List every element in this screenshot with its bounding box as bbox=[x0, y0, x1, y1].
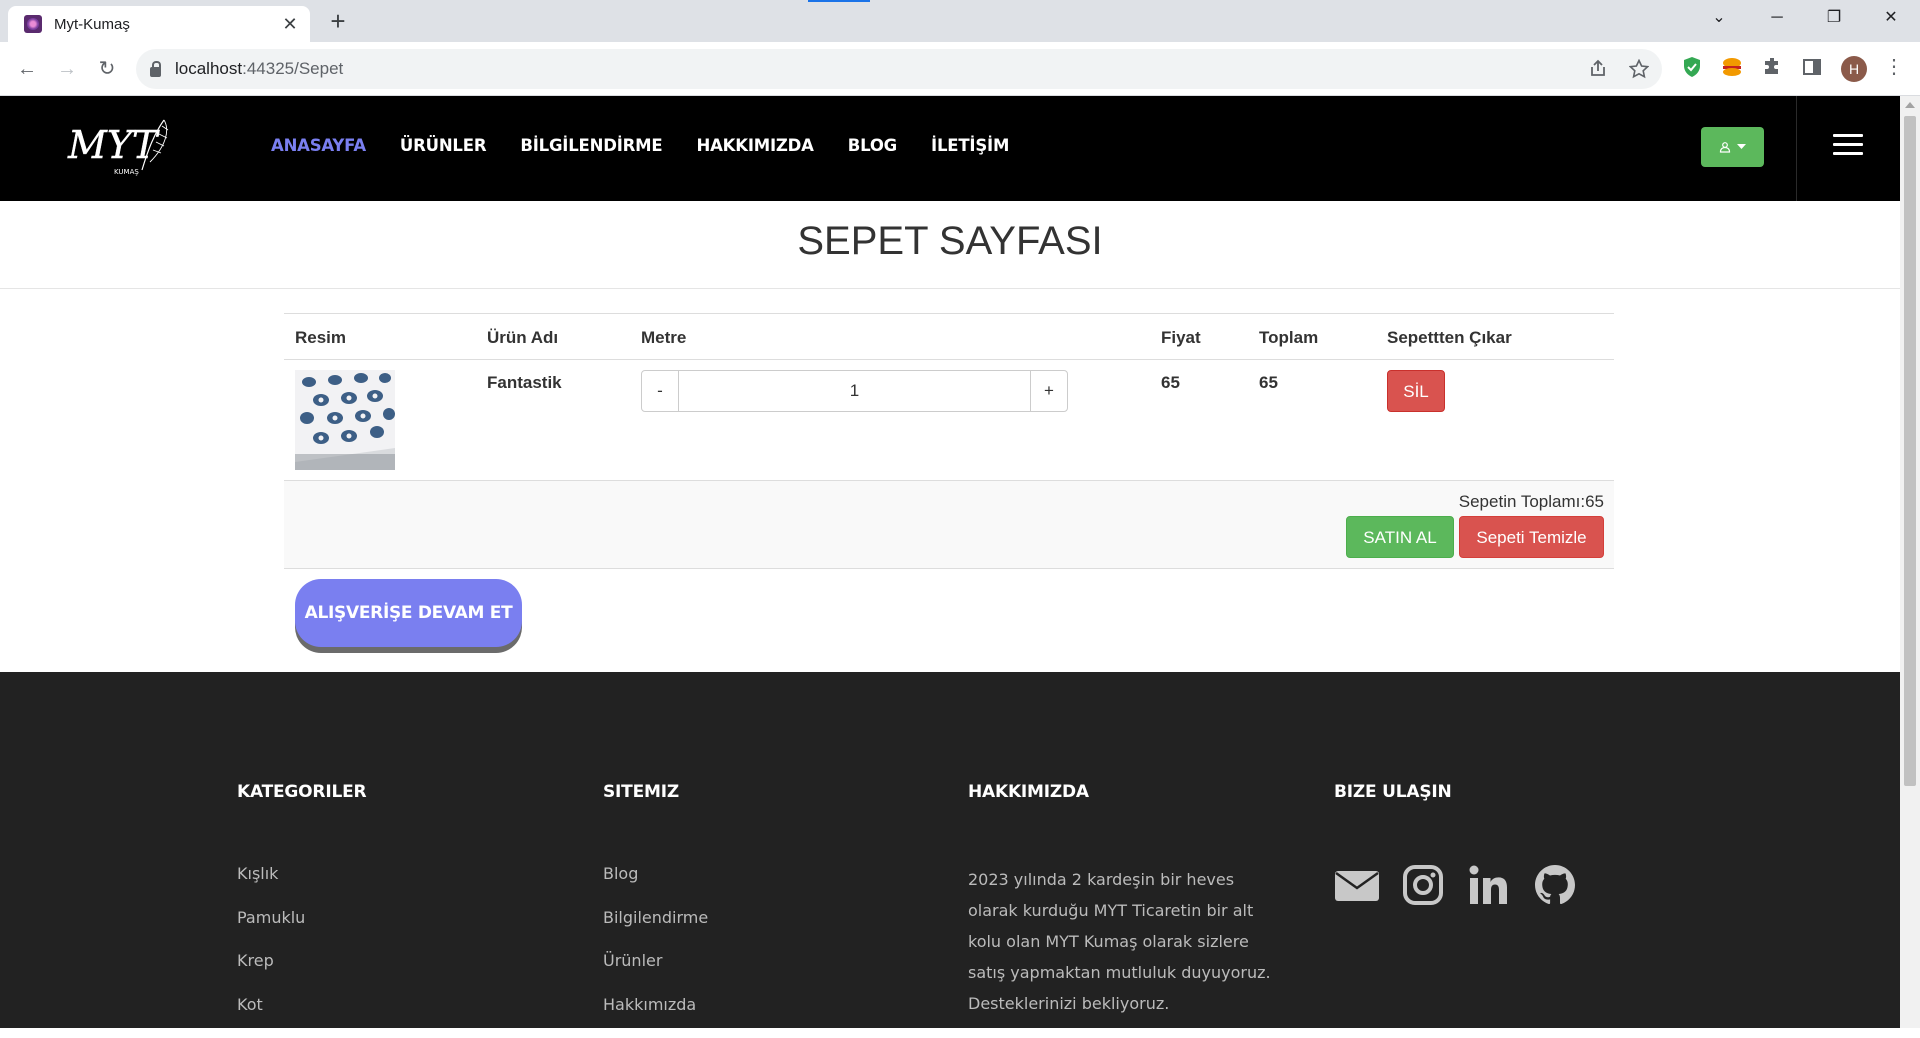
user-icon bbox=[1719, 141, 1731, 153]
back-icon[interactable]: ← bbox=[12, 54, 42, 84]
close-window-button[interactable]: ✕ bbox=[1863, 0, 1919, 36]
footer-contact-title: BIZE ULAŞIN bbox=[1334, 782, 1452, 802]
page-title-section: SEPET SAYFASI bbox=[0, 201, 1900, 289]
lock-icon bbox=[150, 67, 161, 77]
favicon-icon bbox=[24, 15, 42, 33]
restore-button[interactable]: ❐ bbox=[1806, 0, 1862, 36]
scroll-up-arrow-icon[interactable] bbox=[1905, 102, 1915, 108]
user-dropdown-button[interactable] bbox=[1701, 127, 1764, 167]
footer-about-title: HAKKIMIZDA bbox=[968, 782, 1089, 802]
github-icon[interactable] bbox=[1532, 862, 1578, 908]
cart-table-footer: Sepetin Toplamı:65 SATIN AL Sepeti Temiz… bbox=[284, 481, 1614, 569]
site-header: MYT KUMAŞ ANASAYFA ÜRÜNLER BİLGİLENDİRME… bbox=[0, 96, 1900, 201]
url-path: :44325/Sepet bbox=[242, 59, 343, 79]
bookmark-star-icon[interactable] bbox=[1629, 59, 1649, 79]
footer-link-hakkimizda[interactable]: Hakkımızda bbox=[603, 995, 903, 1038]
address-bar[interactable]: localhost:44325/Sepet bbox=[136, 49, 1662, 89]
page-title: SEPET SAYFASI bbox=[0, 219, 1900, 264]
footer-link-urunler[interactable]: Ürünler bbox=[603, 951, 903, 995]
footer-categories: KATEGORILER Kışlık Pamuklu Krep Kot bbox=[237, 782, 366, 802]
burger-extension-icon[interactable] bbox=[1720, 55, 1744, 79]
product-price: 65 bbox=[1161, 373, 1180, 393]
remove-item-button[interactable]: SİL bbox=[1387, 370, 1445, 412]
envelope-icon[interactable] bbox=[1334, 862, 1380, 908]
forward-icon[interactable]: → bbox=[52, 54, 82, 84]
profile-avatar[interactable]: H bbox=[1841, 56, 1867, 82]
nav-anasayfa[interactable]: ANASAYFA bbox=[271, 136, 366, 155]
clear-cart-button[interactable]: Sepeti Temizle bbox=[1459, 516, 1604, 558]
nav-bilgilendirme[interactable]: BİLGİLENDİRME bbox=[520, 136, 662, 155]
url-host: localhost bbox=[175, 59, 242, 79]
footer-link-kislik[interactable]: Kışlık bbox=[237, 864, 537, 908]
header-divider bbox=[1796, 96, 1797, 201]
hamburger-menu-icon[interactable] bbox=[1833, 134, 1863, 158]
product-image[interactable] bbox=[295, 370, 395, 470]
linkedin-icon[interactable] bbox=[1466, 862, 1512, 908]
tab-search-icon[interactable]: ⌄ bbox=[1691, 0, 1747, 36]
new-tab-button[interactable]: + bbox=[324, 8, 352, 36]
product-name: Fantastik bbox=[487, 373, 562, 393]
col-resim: Resim bbox=[295, 328, 346, 348]
nav-hakkimizda[interactable]: HAKKIMIZDA bbox=[696, 136, 813, 155]
scrollbar-thumb[interactable] bbox=[1904, 116, 1916, 786]
instagram-icon[interactable] bbox=[1400, 862, 1446, 908]
tab-strip-indicator bbox=[808, 0, 870, 2]
footer-link-pamuklu[interactable]: Pamuklu bbox=[237, 908, 537, 952]
browser-tab-strip: Myt-Kumaş ✕ + ⌄ ─ ❐ ✕ bbox=[0, 0, 1920, 42]
footer-categories-title: KATEGORILER bbox=[237, 782, 366, 802]
cart-total: Sepetin Toplamı:65 bbox=[1459, 492, 1604, 512]
footer-about: HAKKIMIZDA 2023 yılında 2 kardeşin bir h… bbox=[968, 782, 1089, 802]
decrease-quantity-button[interactable]: - bbox=[641, 370, 679, 412]
minimize-button[interactable]: ─ bbox=[1749, 0, 1805, 36]
share-icon[interactable] bbox=[1588, 59, 1608, 79]
logo-subtext: KUMAŞ bbox=[114, 168, 139, 176]
caret-down-icon bbox=[1737, 144, 1746, 150]
footer-about-text: 2023 yılında 2 kardeşin bir heves olarak… bbox=[968, 864, 1288, 1019]
footer-link-krep[interactable]: Krep bbox=[237, 951, 537, 995]
footer-site-title: SITEMIZ bbox=[603, 782, 679, 802]
col-metre: Metre bbox=[641, 328, 686, 348]
col-toplam: Toplam bbox=[1259, 328, 1318, 348]
tab-title: Myt-Kumaş bbox=[54, 16, 280, 33]
footer-link-blog[interactable]: Blog bbox=[603, 864, 903, 908]
site-footer: KATEGORILER Kışlık Pamuklu Krep Kot SITE… bbox=[0, 672, 1900, 1028]
logo-text: MYT bbox=[67, 123, 160, 167]
tab-close-icon[interactable]: ✕ bbox=[280, 14, 300, 35]
cart-table: Resim Ürün Adı Metre Fiyat Toplam Sepett… bbox=[284, 313, 1614, 569]
social-links bbox=[1334, 862, 1578, 908]
nav-iletisim[interactable]: İLETİŞİM bbox=[931, 136, 1009, 155]
nav-urunler[interactable]: ÜRÜNLER bbox=[400, 136, 486, 155]
browser-toolbar: ← → ↻ localhost:44325/Sepet H ⋮ bbox=[0, 42, 1920, 96]
buy-button[interactable]: SATIN AL bbox=[1346, 516, 1454, 558]
continue-shopping-button[interactable]: ALIŞVERİŞE DEVAM ET bbox=[295, 579, 522, 647]
nav-blog[interactable]: BLOG bbox=[848, 136, 897, 155]
cart-table-header: Resim Ürün Adı Metre Fiyat Toplam Sepett… bbox=[284, 313, 1614, 360]
reload-icon[interactable]: ↻ bbox=[92, 54, 122, 84]
page-scrollbar[interactable] bbox=[1900, 96, 1920, 1028]
shield-extension-icon[interactable] bbox=[1680, 55, 1704, 79]
side-panel-icon[interactable] bbox=[1800, 55, 1824, 79]
myt-logo[interactable]: MYT KUMAŞ bbox=[66, 116, 178, 178]
extensions-puzzle-icon[interactable] bbox=[1760, 55, 1784, 79]
table-row: Fantastik - 1 + 65 65 SİL bbox=[284, 360, 1614, 481]
footer-link-kot[interactable]: Kot bbox=[237, 995, 537, 1038]
col-urun-adi: Ürün Adı bbox=[487, 328, 558, 348]
product-total: 65 bbox=[1259, 373, 1278, 393]
col-sepetten-cikar: Sepettten Çıkar bbox=[1387, 328, 1512, 348]
browser-menu-icon[interactable]: ⋮ bbox=[1884, 54, 1904, 79]
main-nav: ANASAYFA ÜRÜNLER BİLGİLENDİRME HAKKIMIZD… bbox=[271, 136, 1043, 155]
footer-site: SITEMIZ Blog Bilgilendirme Ürünler Hakkı… bbox=[603, 782, 679, 802]
footer-link-bilgilendirme[interactable]: Bilgilendirme bbox=[603, 908, 903, 952]
footer-contact: BIZE ULAŞIN bbox=[1334, 782, 1452, 802]
quantity-input[interactable]: 1 bbox=[679, 370, 1030, 412]
increase-quantity-button[interactable]: + bbox=[1030, 370, 1068, 412]
quantity-stepper: - 1 + bbox=[641, 370, 1068, 412]
browser-tab[interactable]: Myt-Kumaş ✕ bbox=[8, 6, 310, 42]
col-fiyat: Fiyat bbox=[1161, 328, 1201, 348]
